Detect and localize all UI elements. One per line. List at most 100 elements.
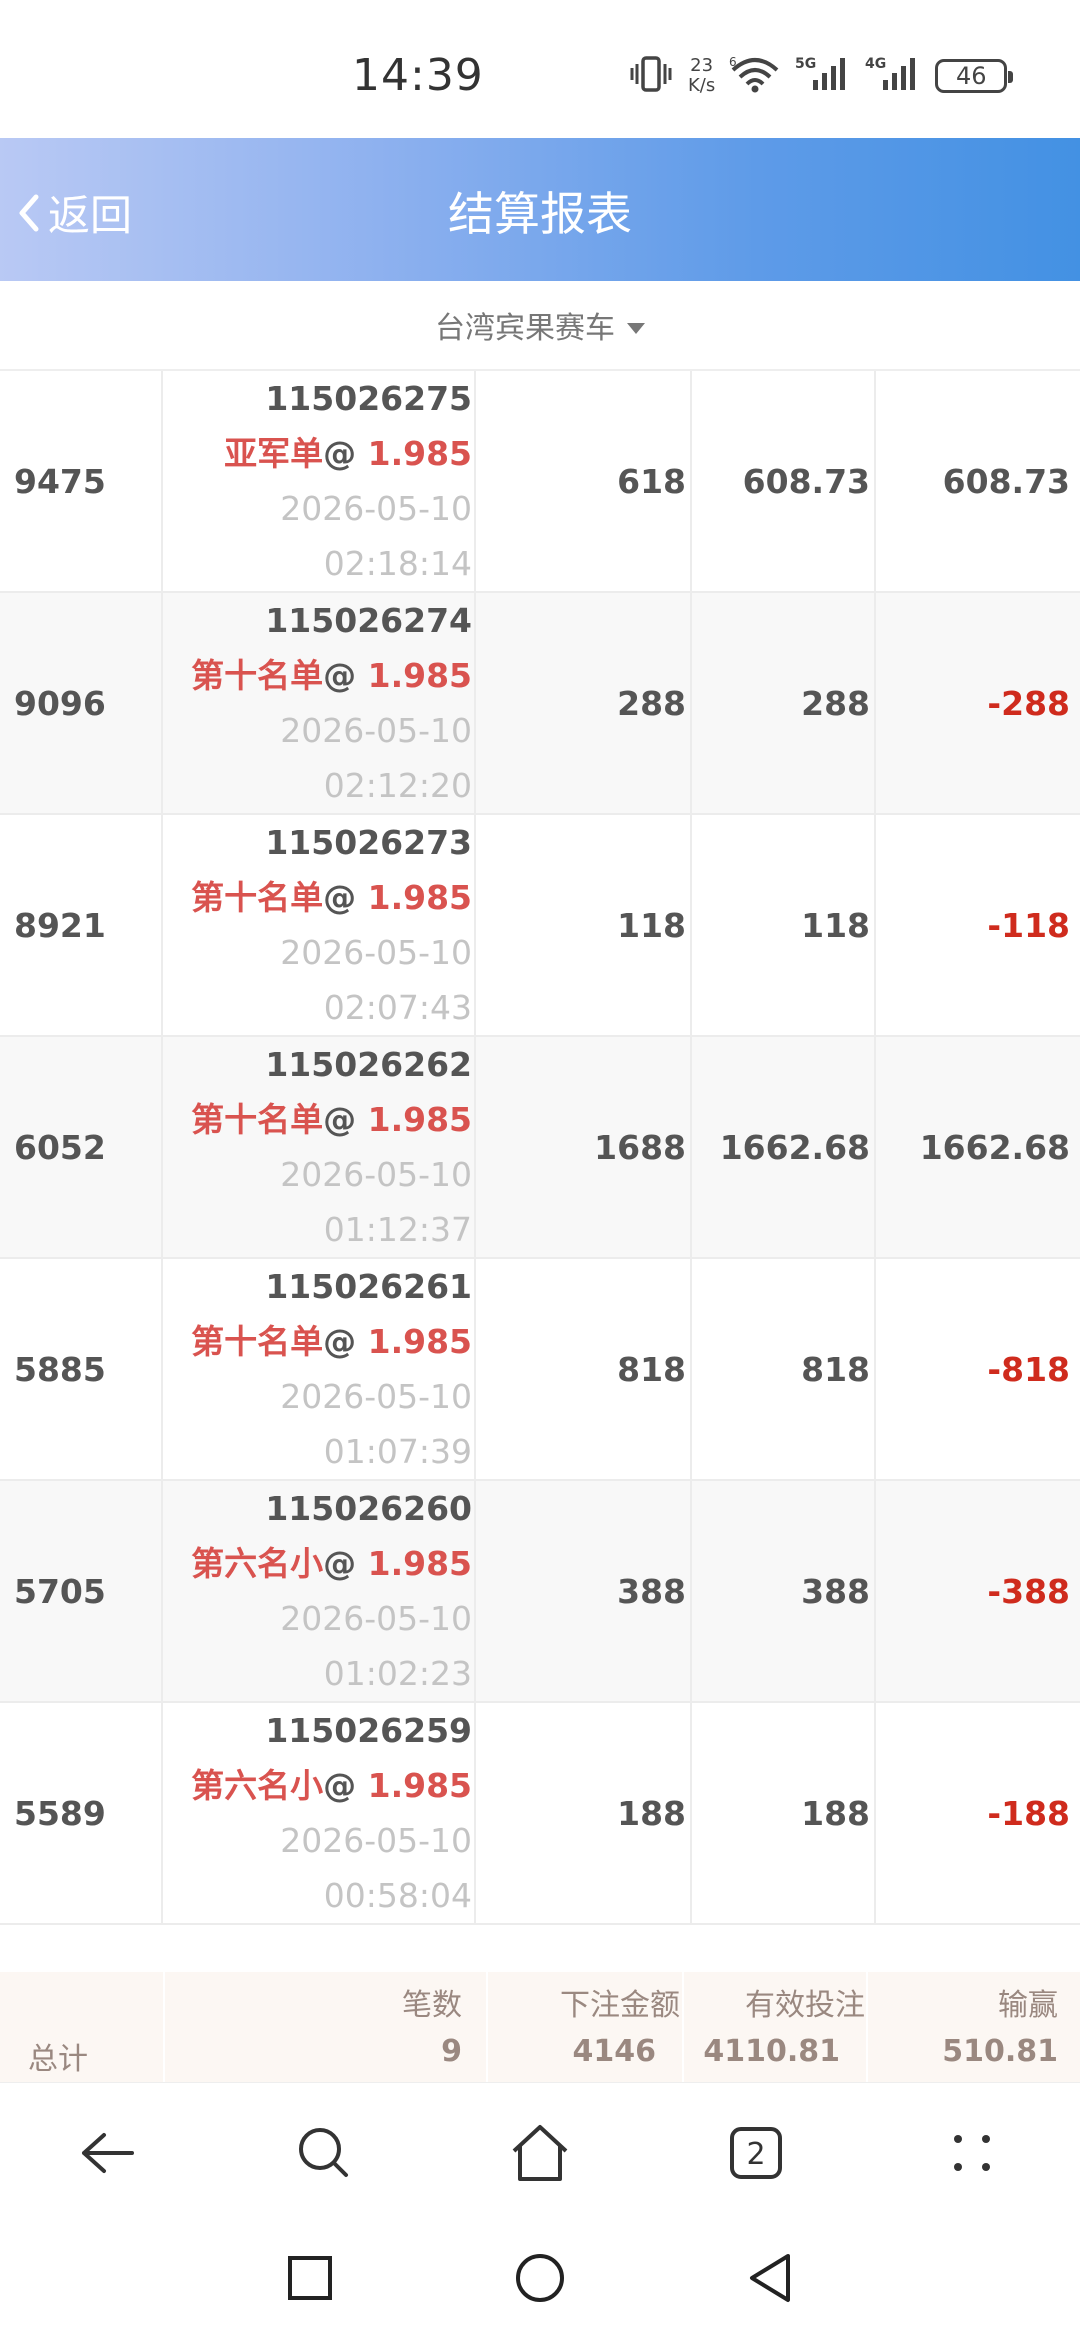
order-cell: 115026261 第十名单@ 1.985 2026-05-10 01:07:39 [163,1259,476,1479]
odds: 1.985 [367,1766,472,1805]
at-sign: @ [323,878,357,917]
valid-amount: 288 [801,683,870,723]
caret-down-icon [627,322,645,334]
odds: 1.985 [367,434,472,473]
system-nav-bar [0,2222,1080,2340]
table-row[interactable]: 9096 115026274 第十名单@ 1.985 2026-05-10 02:12:… [0,593,1080,815]
at-sign: @ [323,656,357,695]
period-cell: 8921 [0,815,163,1035]
totals-win: 510.81 [942,2034,1058,2069]
bet-time: 01:12:37 [323,1210,472,1249]
bet-amount: 118 [617,905,686,945]
period-cell: 6052 [0,1037,163,1257]
win-amount: -118 [987,905,1070,945]
search-icon[interactable] [294,2123,354,2183]
status-icons: 23 K/s 6 5G 4G 46 [628,54,1014,98]
at-sign: @ [323,1544,357,1583]
table-row[interactable]: 5885 115026261 第十名单@ 1.985 2026-05-10 01:07:… [0,1259,1080,1481]
status-bar: 14:39 23 K/s 6 5G 4G 46 [0,0,1080,138]
bet-time: 02:07:43 [323,988,472,1027]
amount-cell: 118 [476,815,692,1035]
table-row[interactable]: 6052 115026262 第十名单@ 1.985 2026-05-10 01:12:… [0,1037,1080,1259]
valid-cell: 1662.68 [692,1037,876,1257]
table-row[interactable]: 9475 115026275 亚军单@ 1.985 2026-05-10 02:18:1… [0,371,1080,593]
order-cell: 115026273 第十名单@ 1.985 2026-05-10 02:07:43 [163,815,476,1035]
amount-cell: 618 [476,371,692,591]
bet-time: 02:12:20 [323,766,472,805]
period-number: 5705 [14,1571,106,1611]
bet-detail: 亚军单@ 1.985 [163,426,472,481]
bet-type: 第十名单 [191,878,324,917]
bet-date: 2026-05-10 [280,1821,472,1860]
bet-time: 02:18:14 [323,544,472,583]
valid-amount: 1662.68 [719,1127,870,1167]
win-cell: 1662.68 [876,1037,1080,1257]
tab-count: 2 [746,2137,765,2172]
odds: 1.985 [367,1100,472,1139]
bet-date: 2026-05-10 [280,1155,472,1194]
back-arrow-icon[interactable] [78,2123,138,2183]
valid-amount: 388 [801,1571,870,1611]
order-id: 115026260 [265,1489,472,1528]
game-selector[interactable]: 台湾宾果赛车 [0,281,1080,371]
home-circle-icon[interactable] [510,2248,570,2308]
tabs-icon[interactable]: 2 [726,2123,786,2183]
table-row[interactable]: 8921 115026273 第十名单@ 1.985 2026-05-10 02:07:… [0,815,1080,1037]
amount-cell: 818 [476,1259,692,1479]
totals-label: 总计 [28,2042,88,2077]
totals-header-win: 输赢 [998,1988,1058,2023]
win-amount: 608.73 [942,461,1070,501]
valid-amount: 118 [801,905,870,945]
totals-header-amount: 下注金额 [560,1988,680,2023]
period-number: 8921 [14,905,106,945]
period-cell: 5885 [0,1259,163,1479]
back-triangle-icon[interactable] [740,2248,800,2308]
win-amount: -388 [987,1571,1070,1611]
totals-count: 9 [441,2034,462,2069]
period-number: 5589 [14,1793,106,1833]
totals-bar: 总计 笔数 下注金额 有效投注 输赢 9 4146 4110.81 510.81 [0,1972,1080,2082]
bet-date: 2026-05-10 [280,711,472,750]
win-amount: -818 [987,1349,1070,1389]
recents-square-icon[interactable] [280,2248,340,2308]
bet-time: 01:02:23 [323,1654,472,1693]
valid-cell: 118 [692,815,876,1035]
bet-detail: 第十名单@ 1.985 [163,1092,472,1147]
bet-type: 第六名小 [191,1544,324,1583]
period-cell: 9475 [0,371,163,591]
at-sign: @ [323,1766,357,1805]
win-amount: 1662.68 [919,1127,1070,1167]
bet-amount: 188 [617,1793,686,1833]
bet-type: 第六名小 [191,1766,324,1805]
more-icon[interactable] [942,2123,1002,2183]
period-number: 9096 [14,683,106,723]
totals-header-valid: 有效投注 [745,1988,865,2023]
bet-detail: 第十名单@ 1.985 [163,648,472,703]
battery-icon: 46 [935,59,1014,93]
period-cell: 9096 [0,593,163,813]
order-id: 115026262 [265,1045,472,1084]
period-number: 5885 [14,1349,106,1389]
vibrate-icon [628,54,674,98]
at-sign: @ [323,1322,357,1361]
table-row[interactable]: 5589 115026259 第六名小@ 1.985 2026-05-10 00:58:… [0,1703,1080,1925]
bet-type: 第十名单 [191,1322,324,1361]
period-cell: 5705 [0,1481,163,1701]
valid-amount: 188 [801,1793,870,1833]
win-cell: -818 [876,1259,1080,1479]
svg-text:6: 6 [729,55,737,69]
signal-4g-icon: 4G [865,54,921,98]
bet-date: 2026-05-10 [280,1599,472,1638]
totals-valid: 4110.81 [703,2034,840,2069]
order-cell: 115026275 亚军单@ 1.985 2026-05-10 02:18:14 [163,371,476,591]
valid-amount: 818 [801,1349,870,1389]
totals-header-count: 笔数 [402,1988,462,2023]
odds: 1.985 [367,1544,472,1583]
table-row[interactable]: 5705 115026260 第六名小@ 1.985 2026-05-10 01:02:… [0,1481,1080,1703]
bet-detail: 第十名单@ 1.985 [163,1314,472,1369]
home-icon[interactable] [510,2123,570,2183]
order-cell: 115026262 第十名单@ 1.985 2026-05-10 01:12:37 [163,1037,476,1257]
bet-type: 亚军单 [224,434,324,473]
valid-amount: 608.73 [742,461,870,501]
bet-date: 2026-05-10 [280,933,472,972]
